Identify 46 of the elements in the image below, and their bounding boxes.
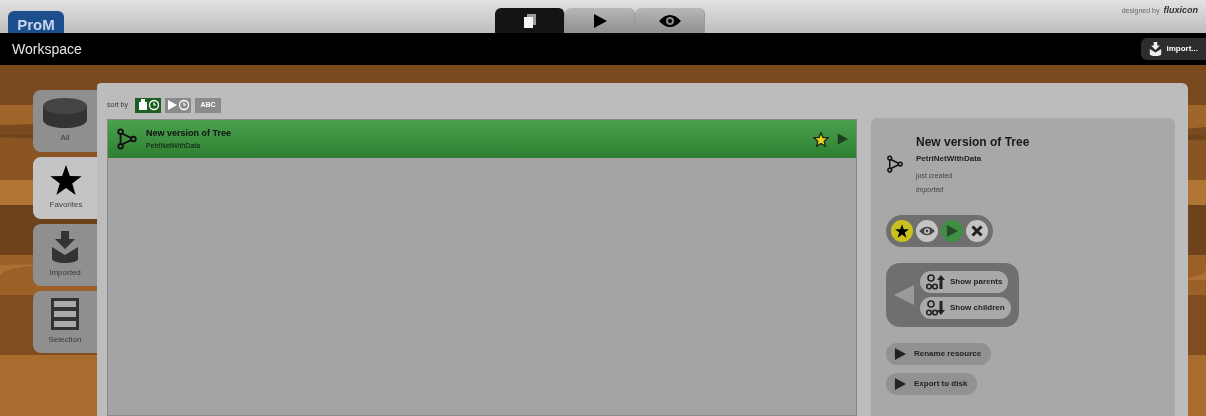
close-icon: [971, 225, 983, 237]
import-button[interactable]: import...: [1141, 38, 1206, 60]
view-tab[interactable]: [495, 8, 565, 33]
children-icon: [926, 300, 946, 316]
play-icon: [946, 225, 958, 237]
database-icon: [43, 98, 87, 128]
sort-button[interactable]: [165, 97, 191, 113]
workspace-title: Workspace: [12, 39, 82, 59]
new-clock-icon: [137, 99, 159, 111]
view-tab[interactable]: [565, 8, 635, 33]
view-tab[interactable]: [635, 8, 705, 33]
relation-button[interactable]: Show children: [920, 297, 1011, 319]
detail-title: New version of Tree: [916, 134, 1030, 151]
petri-net-icon: [886, 155, 904, 173]
left-arrow-icon: [894, 285, 914, 305]
detail-type: PetriNetWithData: [916, 153, 983, 165]
sidebar-tab[interactable]: Imported: [33, 224, 97, 286]
play-icon: [894, 378, 906, 390]
resource-name: New version of Tree: [146, 127, 233, 140]
brand-logo: fluxicon: [1163, 4, 1198, 17]
play-icon: [592, 13, 607, 28]
eye-icon: [919, 226, 935, 236]
petri-net-icon: [116, 128, 138, 150]
parents-icon: [926, 274, 946, 290]
sort-button[interactable]: [135, 97, 161, 113]
eye-icon: [658, 13, 681, 28]
play-clock-icon: [167, 99, 189, 111]
logo: ProM: [8, 11, 64, 33]
sidebar-tab[interactable]: Selection: [33, 291, 97, 353]
play-icon: [894, 348, 906, 360]
play-icon[interactable]: [837, 133, 848, 145]
star-icon: [895, 224, 909, 238]
relation-button[interactable]: Show parents: [920, 271, 1009, 293]
command-button[interactable]: Export to disk: [886, 373, 978, 395]
command-button[interactable]: Rename resource: [886, 343, 992, 365]
sidebar-tab[interactable]: Favorites: [33, 157, 99, 219]
sidebar-tab[interactable]: All: [33, 90, 97, 152]
favorite-action-button[interactable]: [891, 220, 913, 242]
star-icon: [50, 165, 82, 195]
list-icon: [51, 298, 79, 330]
view-action-button[interactable]: [916, 220, 938, 242]
import-icon: [52, 231, 78, 263]
star-icon[interactable]: [813, 131, 829, 147]
documents-icon: [523, 13, 536, 28]
import-icon: [1149, 42, 1163, 56]
delete-action-button[interactable]: [966, 220, 988, 242]
